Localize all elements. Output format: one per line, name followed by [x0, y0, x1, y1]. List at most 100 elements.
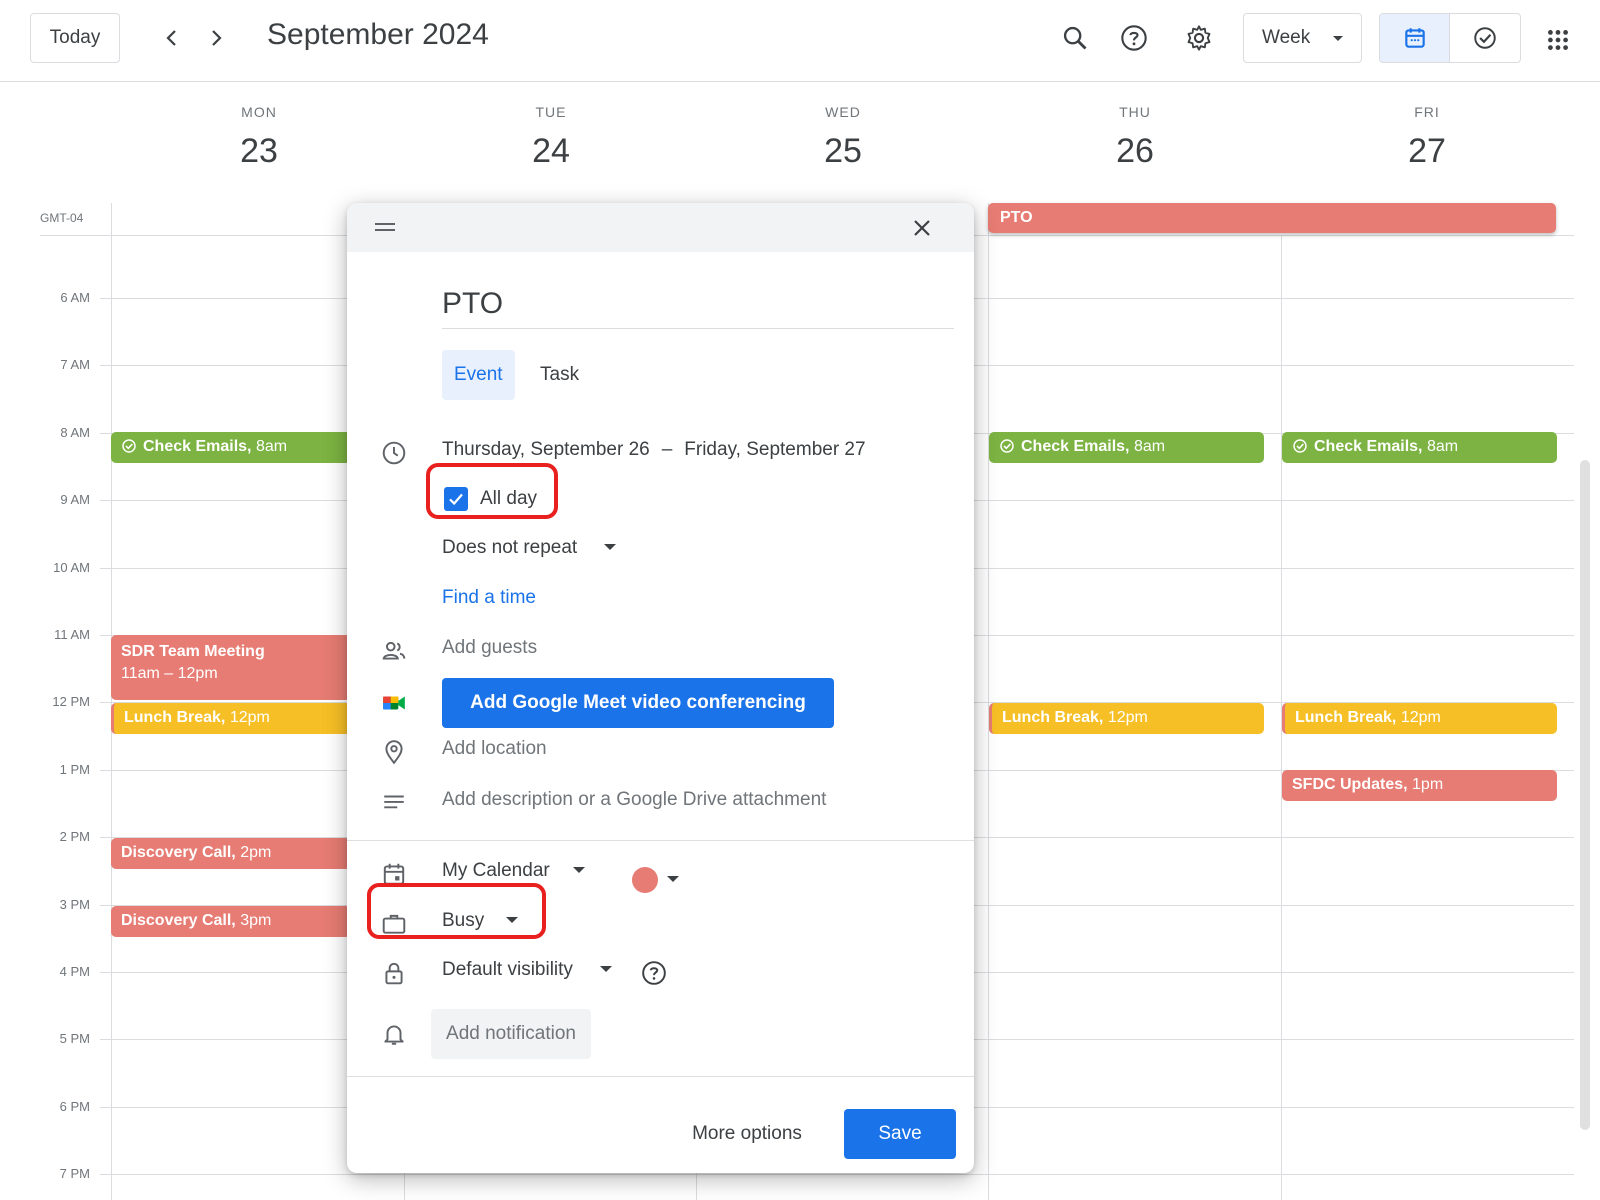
dropdown-caret-icon — [600, 966, 613, 972]
day-header-tue[interactable]: TUE 24 — [491, 104, 611, 171]
add-guests-input[interactable]: Add guests — [442, 637, 537, 659]
hour-label: 6 PM — [59, 1099, 90, 1114]
event-lunch-break-mon[interactable]: Lunch Break, 12pm — [111, 703, 351, 734]
add-location-input[interactable]: Add location — [442, 738, 547, 760]
event-title: Lunch Break, — [1002, 709, 1104, 726]
repeat-label: Does not repeat — [442, 537, 578, 558]
day-of-week: TUE — [535, 104, 567, 120]
event-title: Discovery Call, — [121, 844, 236, 861]
calendar-color-swatch[interactable] — [632, 867, 658, 893]
people-icon — [380, 637, 408, 665]
start-date[interactable]: Thursday, September 26 — [442, 439, 650, 460]
dialog-divider — [347, 1076, 974, 1077]
event-time: 8am — [255, 438, 288, 455]
lock-icon — [380, 959, 408, 987]
view-select[interactable]: Week — [1243, 13, 1362, 63]
timezone-label: GMT-04 — [40, 211, 84, 225]
event-dialog: PTO Event Task Thursday, September 26– Fr… — [347, 203, 974, 1173]
event-title: Discovery Call, — [121, 912, 236, 929]
all-day-highlight — [426, 463, 558, 519]
calendar-select[interactable]: My Calendar — [442, 860, 585, 882]
chevron-right-icon[interactable] — [196, 18, 236, 58]
event-check-emails-fri[interactable]: Check Emails, 8am — [1282, 432, 1557, 463]
hour-label: 4 PM — [59, 964, 90, 979]
event-check-emails-thu[interactable]: Check Emails, 8am — [989, 432, 1264, 463]
view-select-label: Week — [1262, 27, 1311, 48]
event-sfdc-updates[interactable]: SFDC Updates, 1pm — [1282, 770, 1557, 801]
find-a-time-link[interactable]: Find a time — [442, 587, 536, 609]
add-notification-button[interactable]: Add notification — [431, 1009, 591, 1059]
close-icon[interactable] — [907, 213, 937, 243]
event-title: Check Emails, — [1314, 438, 1423, 455]
hour-label: 5 PM — [59, 1031, 90, 1046]
repeat-select[interactable]: Does not repeat — [442, 537, 617, 559]
event-time: 11am – 12pm — [121, 665, 218, 682]
tab-event[interactable]: Event — [442, 350, 515, 400]
event-time: 12pm — [1400, 709, 1441, 726]
event-pto-allday[interactable]: PTO — [988, 203, 1556, 233]
check-circle-icon — [122, 439, 136, 453]
more-options-button[interactable]: More options — [677, 1109, 817, 1159]
check-circle-icon — [1293, 439, 1307, 453]
visibility-select[interactable]: Default visibility — [442, 959, 613, 981]
event-check-emails-mon[interactable]: Check Emails, 8am — [111, 432, 351, 463]
hour-label: 7 AM — [60, 357, 90, 372]
add-description-input[interactable]: Add description or a Google Drive attach… — [442, 789, 826, 811]
date-separator: – — [661, 439, 673, 460]
calendar-mode-button[interactable] — [1380, 14, 1450, 62]
day-of-week: FRI — [1414, 104, 1440, 120]
event-title: Lunch Break, — [1295, 709, 1397, 726]
day-header-wed[interactable]: WED 25 — [783, 104, 903, 171]
event-title-input[interactable]: PTO — [442, 287, 954, 329]
day-header-thu[interactable]: THU 26 — [1075, 104, 1195, 171]
gear-icon[interactable] — [1178, 17, 1220, 59]
event-discovery-call-2pm[interactable]: Discovery Call, 2pm — [111, 838, 351, 869]
end-date[interactable]: Friday, September 27 — [684, 439, 865, 460]
event-time: 12pm — [1107, 709, 1148, 726]
event-sdr-team-meeting[interactable]: SDR Team Meeting 11am – 12pm — [111, 635, 351, 700]
bell-icon — [380, 1020, 408, 1048]
hour-line — [100, 1174, 1574, 1175]
event-time: 8am — [1133, 438, 1166, 455]
location-pin-icon — [380, 738, 408, 766]
busy-highlight — [367, 883, 546, 939]
check-circle-icon — [1000, 439, 1014, 453]
day-of-week: WED — [825, 104, 861, 120]
help-icon[interactable] — [1113, 17, 1155, 59]
event-title: Lunch Break, — [124, 709, 226, 726]
description-icon — [380, 789, 408, 817]
dropdown-caret-icon — [1333, 36, 1343, 41]
day-of-week: MON — [241, 104, 277, 120]
tasks-mode-button[interactable] — [1450, 14, 1520, 62]
day-header-mon[interactable]: MON 23 — [199, 104, 319, 171]
hour-label: 12 PM — [52, 694, 90, 709]
day-number: 26 — [1116, 132, 1154, 170]
day-of-week: THU — [1119, 104, 1151, 120]
day-number: 23 — [240, 132, 278, 170]
day-header-fri[interactable]: FRI 27 — [1367, 104, 1487, 171]
event-discovery-call-3pm[interactable]: Discovery Call, 3pm — [111, 906, 351, 937]
color-dropdown-caret-icon[interactable] — [667, 876, 679, 882]
clock-icon — [380, 439, 408, 467]
dropdown-caret-icon — [573, 867, 585, 873]
day-number: 24 — [532, 132, 570, 170]
search-icon[interactable] — [1054, 17, 1096, 59]
hour-label: 11 AM — [54, 627, 90, 642]
apps-grid-icon[interactable] — [1538, 20, 1578, 60]
chevron-left-icon[interactable] — [152, 18, 192, 58]
event-lunch-break-fri[interactable]: Lunch Break, 12pm — [1282, 703, 1557, 734]
dialog-header[interactable] — [347, 203, 974, 252]
calendar-icon — [1404, 28, 1425, 48]
date-range: Thursday, September 26– Friday, September… — [442, 439, 866, 461]
tab-task[interactable]: Task — [528, 350, 591, 400]
scrollbar[interactable] — [1580, 460, 1590, 1130]
event-lunch-break-thu[interactable]: Lunch Break, 12pm — [989, 703, 1264, 734]
add-meet-button[interactable]: Add Google Meet video conferencing — [442, 678, 834, 728]
drag-handle-icon[interactable] — [374, 221, 396, 233]
help-icon[interactable] — [640, 959, 668, 987]
dialog-divider — [347, 840, 974, 841]
event-title: Check Emails, — [143, 438, 252, 455]
save-button[interactable]: Save — [844, 1109, 956, 1159]
dropdown-caret-icon — [604, 544, 617, 550]
today-button[interactable]: Today — [30, 13, 120, 63]
